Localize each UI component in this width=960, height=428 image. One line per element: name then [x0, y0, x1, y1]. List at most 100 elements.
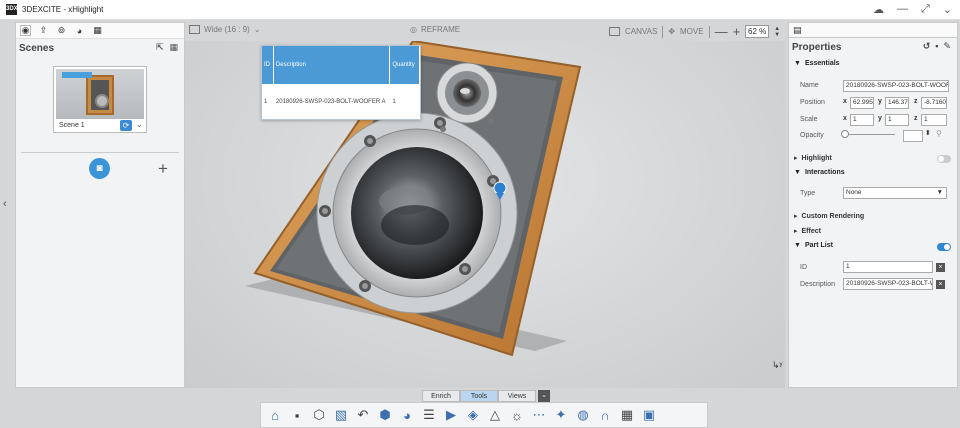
chevron-down-icon: ⌄ [253, 25, 261, 34]
collapse-left-icon[interactable]: ‹ [3, 198, 7, 210]
capture-scene-button[interactable]: ◙ [89, 158, 110, 179]
environment-icon[interactable]: ◕ [396, 405, 418, 425]
table-row[interactable]: 1 20180926-SWSP-023-BOLT-WOOFER A 1 [262, 84, 420, 120]
move-label[interactable]: MOVE [680, 27, 704, 36]
zoom-in-icon[interactable]: + [733, 24, 741, 39]
scale-y-input[interactable]: 1 [885, 114, 909, 126]
save-icon[interactable]: ▪ [935, 41, 938, 52]
axis-z-label: z [914, 98, 918, 105]
zoom-out-icon[interactable]: — [715, 24, 728, 39]
position-z-input[interactable]: -8.7160 [921, 97, 947, 109]
part-description-input[interactable]: 20180926-SWSP-023-BOLT-WOOFER A [843, 278, 933, 290]
part-data-table[interactable]: ID Description Quantity 1 20180926-SWSP-… [261, 45, 421, 120]
move-icon[interactable]: ✥ [668, 27, 675, 36]
scale-z-input[interactable]: 1 [921, 114, 947, 126]
capture-icon[interactable]: ▣ [638, 405, 660, 425]
add-scene-button[interactable]: + [158, 158, 168, 179]
reframe-button[interactable]: ◎ REFRAME [410, 25, 460, 34]
part-id-label: ID [800, 264, 807, 271]
scene-thumbnail[interactable] [56, 69, 144, 119]
part-id-input[interactable]: 1 [843, 261, 933, 273]
clear-description-icon[interactable]: × [936, 280, 945, 289]
axis-z-label: z [914, 115, 918, 122]
position-label: Position [800, 99, 825, 106]
name-label: Name [800, 82, 819, 89]
canvas-icon[interactable] [609, 27, 620, 36]
chevron-down-icon[interactable]: ⌄ [538, 390, 550, 402]
clear-id-icon[interactable]: × [936, 263, 945, 272]
chevron-down-icon[interactable]: ⌄ [943, 3, 952, 16]
scene-card[interactable]: Scene 1 ⟳ ⌄ [53, 66, 147, 133]
highlight-toggle[interactable] [937, 155, 951, 163]
part-list-toggle[interactable] [937, 243, 951, 251]
media-tab-icon[interactable]: ▦ [92, 25, 103, 36]
measure-icon[interactable]: ⋯ [528, 405, 550, 425]
zoom-input[interactable]: 62 % [745, 25, 770, 38]
opacity-slider-handle[interactable] [841, 130, 849, 138]
axis-y-label: y [878, 115, 882, 122]
minimize-icon[interactable]: — [897, 3, 908, 16]
opacity-label: Opacity [800, 132, 824, 139]
axis-x-label: x [843, 115, 847, 122]
name-input[interactable]: 20180926-SWSP-023-BOLT-WOOFER [843, 80, 949, 92]
opacity-stepper-icon[interactable]: ⬍ [925, 129, 931, 137]
properties-tab-icon[interactable]: ▤ [793, 25, 802, 35]
section-part-list[interactable]: ▼ Part List [794, 242, 833, 249]
play-icon[interactable]: ▶ [440, 405, 462, 425]
canvas-label[interactable]: CANVAS [625, 27, 657, 36]
title-bar: 3DX 3DEXCITE - xHighlight ☁ — ⤢ ⌄ [0, 0, 960, 20]
magnet-icon[interactable]: ∩ [594, 405, 616, 425]
shapes-icon[interactable]: ◈ [462, 405, 484, 425]
tab-views[interactable]: Views [498, 390, 536, 402]
layers-tab-icon[interactable]: ⊚ [56, 25, 67, 36]
select-tool-icon[interactable]: ⇱ [156, 42, 164, 53]
tab-tools[interactable]: Tools [460, 390, 498, 402]
save-icon[interactable]: ▪ [286, 405, 308, 425]
position-y-input[interactable]: 146.37 [885, 97, 909, 109]
scale-label: Scale [800, 116, 818, 123]
cloud-icon[interactable]: ☁ [873, 3, 884, 16]
pyramid-icon[interactable]: △ [484, 405, 506, 425]
share-tab-icon[interactable]: ⇪ [38, 25, 49, 36]
app-logo: 3DX [6, 4, 18, 15]
view-cube-icon[interactable]: ⬡ [308, 405, 330, 425]
opacity-slider-track[interactable] [843, 134, 895, 135]
render-icon[interactable]: ⬢ [374, 405, 396, 425]
palette-tab-icon[interactable]: ◕ [74, 25, 85, 36]
chevron-down-icon[interactable]: ⌄ [136, 120, 143, 129]
header-description: Description [274, 46, 391, 84]
zoom-stepper-icon[interactable]: ▲ ▼ [774, 26, 780, 38]
reset-icon[interactable]: ↺ [923, 41, 931, 52]
section-essentials[interactable]: ▼ Essentials [794, 60, 840, 67]
section-highlight[interactable]: ▸ Highlight [794, 154, 832, 163]
tab-enrich[interactable]: Enrich [422, 390, 460, 402]
section-interactions[interactable]: ▼ Interactions [794, 169, 845, 176]
opacity-input[interactable] [903, 130, 923, 142]
globe-icon[interactable]: ◍ [572, 405, 594, 425]
refresh-scene-icon[interactable]: ⟳ [120, 120, 132, 131]
light-icon[interactable]: ☼ [506, 405, 528, 425]
grid-icon[interactable]: ▦ [616, 405, 638, 425]
brush-icon[interactable]: ✎ [943, 41, 951, 52]
image-icon[interactable]: ▧ [330, 405, 352, 425]
list-icon[interactable]: ☰ [418, 405, 440, 425]
undo-icon[interactable]: ↶ [352, 405, 374, 425]
caret-right-icon: ▸ [794, 155, 798, 162]
grid-view-icon[interactable]: ▦ [169, 42, 178, 53]
compass-icon[interactable]: ✦ [550, 405, 572, 425]
scale-x-input[interactable]: 1 [850, 114, 874, 126]
cell-quantity: 1 [392, 99, 396, 105]
aspect-ratio-select[interactable]: Wide (16 : 9) ⌄ [189, 25, 261, 34]
type-select[interactable]: None ▼ [843, 187, 947, 199]
position-x-input[interactable]: 62.995 [850, 97, 874, 109]
properties-panel: Properties ↺ ▪ ✎ ▼ Essentials Name 20180… [788, 37, 958, 388]
section-effect[interactable]: ▸ Effect [794, 227, 821, 236]
fullscreen-icon[interactable]: ⤢ [921, 3, 930, 16]
section-custom-rendering[interactable]: ▸ Custom Rendering [794, 212, 864, 221]
home-icon[interactable]: ⌂ [264, 405, 286, 425]
link-icon[interactable]: ⚲ [936, 129, 942, 138]
divider [21, 152, 179, 153]
axis-triad-icon: ↳ʸ [772, 360, 783, 370]
camera-tab-icon[interactable]: ◉ [20, 25, 31, 36]
scenes-header: Scenes ⇱ ▦ [16, 39, 184, 57]
